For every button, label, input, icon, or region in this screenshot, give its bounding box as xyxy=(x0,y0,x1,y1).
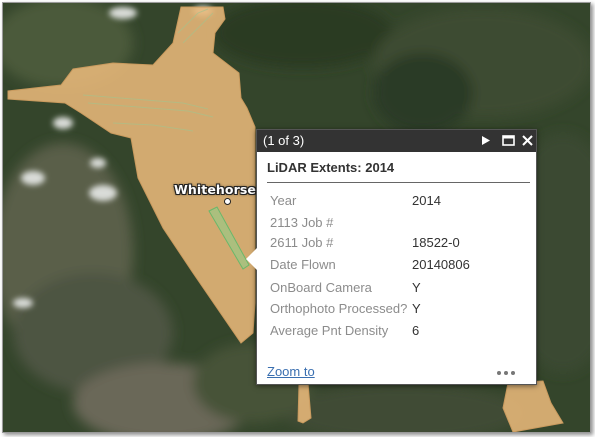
attribute-value: 6 xyxy=(412,323,420,338)
city-marker xyxy=(224,198,231,205)
close-icon[interactable] xyxy=(520,133,535,148)
attribute-value: Y xyxy=(412,280,421,295)
popup-title: LiDAR Extents: 2014 xyxy=(267,160,395,175)
attribute-label: Average Pnt Density xyxy=(270,323,389,338)
maximize-icon[interactable] xyxy=(501,133,516,148)
attribute-label: 2611 Job # xyxy=(270,235,334,250)
city-label: Whitehorse xyxy=(174,182,256,197)
zoom-to-link[interactable]: Zoom to xyxy=(267,364,315,379)
attribute-label: Date Flown xyxy=(270,257,336,272)
popup-counter: (1 of 3) xyxy=(263,133,305,148)
attribute-value: 20140806 xyxy=(412,257,470,272)
popup-pointer xyxy=(246,248,257,270)
attribute-value: Y xyxy=(412,301,421,316)
more-options-icon[interactable] xyxy=(497,371,517,377)
feature-popup: (1 of 3) LiDAR Extents: 2014 Year 2014 2… xyxy=(246,129,537,385)
title-divider xyxy=(267,182,530,183)
attribute-label: OnBoard Camera xyxy=(270,280,372,295)
attribute-value: 2014 xyxy=(412,193,441,208)
popup-header: (1 of 3) xyxy=(257,130,536,152)
next-feature-icon[interactable] xyxy=(478,133,493,148)
attribute-value: 18522-0 xyxy=(412,235,460,250)
attribute-label: Orthophoto Processed? xyxy=(270,301,408,316)
map-frame: Whitehorse (1 of 3) LiDAR Extents: 2014 … xyxy=(2,2,591,433)
attribute-label: Year xyxy=(270,193,297,208)
attribute-label: 2113 Job # xyxy=(270,215,334,230)
